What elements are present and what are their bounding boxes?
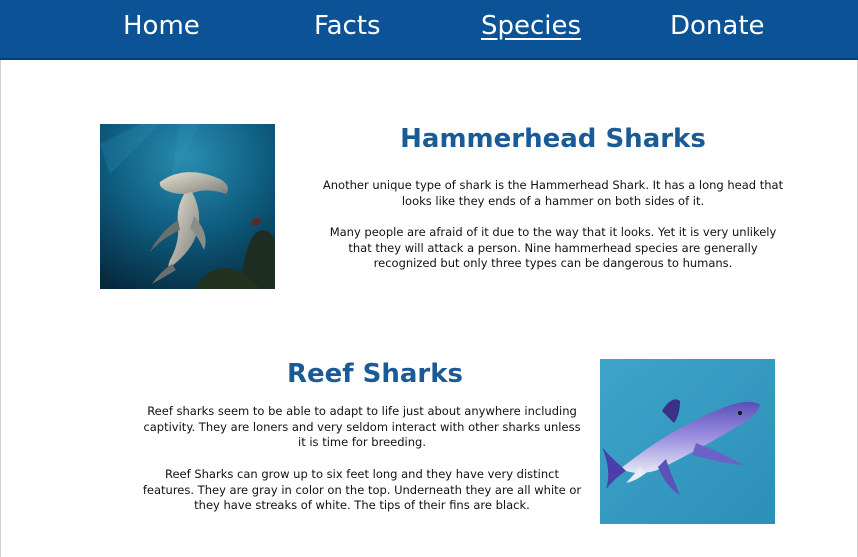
reef-shark-photo bbox=[600, 359, 775, 524]
nav-facts-link[interactable]: Facts bbox=[314, 6, 381, 46]
reef-paragraph-1: Reef sharks seem to be able to adapt to … bbox=[143, 404, 581, 449]
reef-section-title: Reef Sharks bbox=[286, 359, 464, 389]
hammerhead-section-title: Hammerhead Sharks bbox=[400, 124, 706, 154]
reef-paragraph-2: Reef Sharks can grow up to six feet long… bbox=[142, 467, 582, 512]
hammerhead-shark-image bbox=[100, 124, 275, 289]
reef-shark-image bbox=[600, 359, 775, 524]
top-navbar: Home Facts Species Donate bbox=[0, 0, 858, 60]
hammerhead-shark-photo bbox=[100, 124, 275, 289]
hammerhead-paragraph-1: Another unique type of shark is the Hamm… bbox=[322, 178, 784, 208]
nav-home-link[interactable]: Home bbox=[123, 6, 200, 46]
nav-donate-link[interactable]: Donate bbox=[670, 6, 765, 46]
hammerhead-paragraph-2: Many people are afraid of it due to the … bbox=[329, 225, 777, 270]
nav-species-link[interactable]: Species bbox=[481, 6, 581, 46]
